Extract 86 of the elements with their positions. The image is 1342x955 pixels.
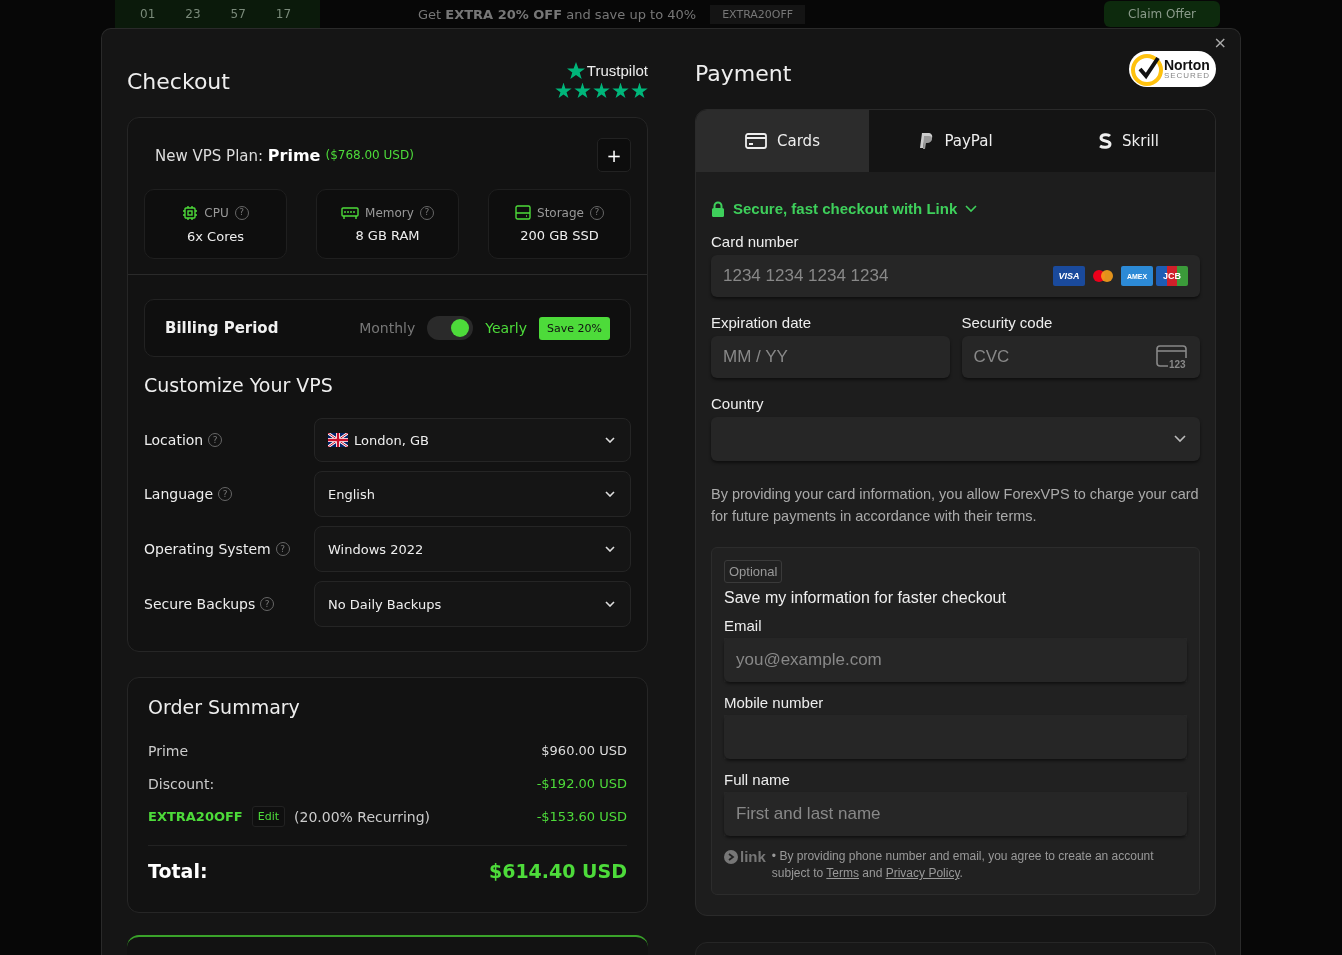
chip-icon xyxy=(182,204,199,221)
visa-logo: VISA xyxy=(1053,266,1085,286)
chevron-down-icon xyxy=(965,204,978,213)
field-label: Security code xyxy=(961,314,1054,331)
save-info-title: Save my information for faster checkout xyxy=(724,589,1006,607)
select-field[interactable]: London, GB xyxy=(314,418,631,462)
line-amount: -$153.60 USD xyxy=(536,809,627,824)
payment-tab[interactable]: Skrill xyxy=(1042,110,1215,172)
field-label: Expiration date xyxy=(711,314,813,331)
memory-icon xyxy=(341,205,360,220)
payment-tab[interactable]: PayPal xyxy=(869,110,1042,172)
chevron-down-icon xyxy=(605,491,615,497)
field-label: Full name xyxy=(724,771,790,788)
billing-option[interactable]: Monthly xyxy=(359,320,416,336)
credit-card-icon xyxy=(745,133,768,149)
field-label: Country xyxy=(711,395,765,412)
link-brand: link xyxy=(740,848,766,865)
chevron-down-icon xyxy=(605,437,615,443)
spec-value: 200 GB SSD xyxy=(520,228,599,243)
drive-icon xyxy=(515,205,531,220)
lock-icon xyxy=(711,200,725,217)
optional-badge: Optional xyxy=(724,560,783,583)
discount-badge: Save 20% xyxy=(539,316,610,340)
chevron-down-icon xyxy=(605,601,615,607)
input-field[interactable]: you@example.com xyxy=(724,638,1187,682)
select-field[interactable]: Windows 2022 xyxy=(314,526,631,572)
coupon-note: (20.00% Recurring) xyxy=(294,808,430,825)
spec-value: 8 GB RAM xyxy=(355,227,420,243)
privacy-policy-link[interactable]: Privacy Policy xyxy=(885,866,960,880)
billing-option[interactable]: Yearly xyxy=(485,320,528,336)
section-title: Customize Your VPS xyxy=(144,374,334,396)
coupon-code: EXTRA20OFF xyxy=(148,809,243,824)
field-label: Secure Backups xyxy=(144,596,256,612)
link-logo-icon xyxy=(724,849,738,864)
terms-link[interactable]: Terms xyxy=(826,866,859,880)
billing-label: Billing Period xyxy=(165,319,279,337)
countdown-digit: 01 xyxy=(140,7,156,21)
promo-text: Get EXTRA 20% OFF and save up to 40% xyxy=(418,6,697,22)
field-label: Email xyxy=(724,617,762,634)
link-notice[interactable]: Secure, fast checkout with Link xyxy=(711,200,978,217)
field-label: Card number xyxy=(711,233,800,250)
norton-secured-label: SECURED xyxy=(1163,72,1210,80)
line-amount: $960.00 USD xyxy=(541,743,627,758)
chevron-down-icon xyxy=(1174,435,1186,443)
select-field[interactable]: No Daily Backups xyxy=(314,581,631,627)
spec-value: 6x Cores xyxy=(187,228,244,244)
field-label: Language xyxy=(144,486,214,502)
chevron-down-icon xyxy=(605,546,615,552)
section-title: Order Summary xyxy=(148,696,301,718)
field-label: Mobile number xyxy=(724,694,824,711)
total-amount: $614.40 USD xyxy=(488,860,627,882)
trustpilot-label: Trustpilot xyxy=(586,62,648,79)
paypal-icon xyxy=(918,132,935,150)
promo-code[interactable]: EXTRA20OFF xyxy=(710,4,806,24)
line-amount: -$192.00 USD xyxy=(536,776,627,791)
spec-label: Storage xyxy=(537,205,584,220)
billing-toggle[interactable] xyxy=(427,316,474,340)
close-button[interactable]: × xyxy=(1209,33,1231,52)
field-label: Location xyxy=(144,432,204,448)
checkout-title: Checkout xyxy=(127,67,230,94)
spec-label: Memory xyxy=(365,205,414,220)
countdown-digit: 57 xyxy=(230,7,246,21)
expiration-field[interactable]: MM / YY xyxy=(711,336,950,378)
countdown-digit: 17 xyxy=(275,7,292,21)
consent-text: • By providing phone number and email, you agree to create an account subject to Terms and Privacy Policy. xyxy=(771,848,1155,882)
input-field[interactable]: First and last name xyxy=(724,792,1187,836)
spec-label: CPU xyxy=(204,205,229,220)
add-button[interactable]: + xyxy=(597,138,631,172)
skrill-icon xyxy=(1098,133,1113,149)
country-select[interactable] xyxy=(711,417,1200,461)
card-terms-text: By providing your card information, you allow ForexVPS to charge your card for future payments in accordance with their terms. xyxy=(711,485,1200,526)
flag-icon xyxy=(328,433,348,447)
select-field[interactable]: English xyxy=(314,471,631,517)
norton-name: Norton xyxy=(1163,58,1210,72)
countdown-digit: 23 xyxy=(185,7,201,21)
total-label: Total: xyxy=(148,860,208,882)
plan-title: New VPS Plan: Prime xyxy=(155,145,321,165)
claim-offer-button[interactable]: Claim Offer xyxy=(1104,1,1220,27)
payment-tab[interactable]: Cards xyxy=(696,110,869,172)
plan-price: ($768.00 USD) xyxy=(325,148,414,162)
star-icon xyxy=(565,60,586,81)
edit-button[interactable]: Edit xyxy=(251,806,286,827)
payment-title: Payment xyxy=(695,59,792,86)
field-label: Operating System xyxy=(144,541,271,557)
line-label: Prime xyxy=(148,742,189,759)
line-label: Discount: xyxy=(148,775,215,792)
